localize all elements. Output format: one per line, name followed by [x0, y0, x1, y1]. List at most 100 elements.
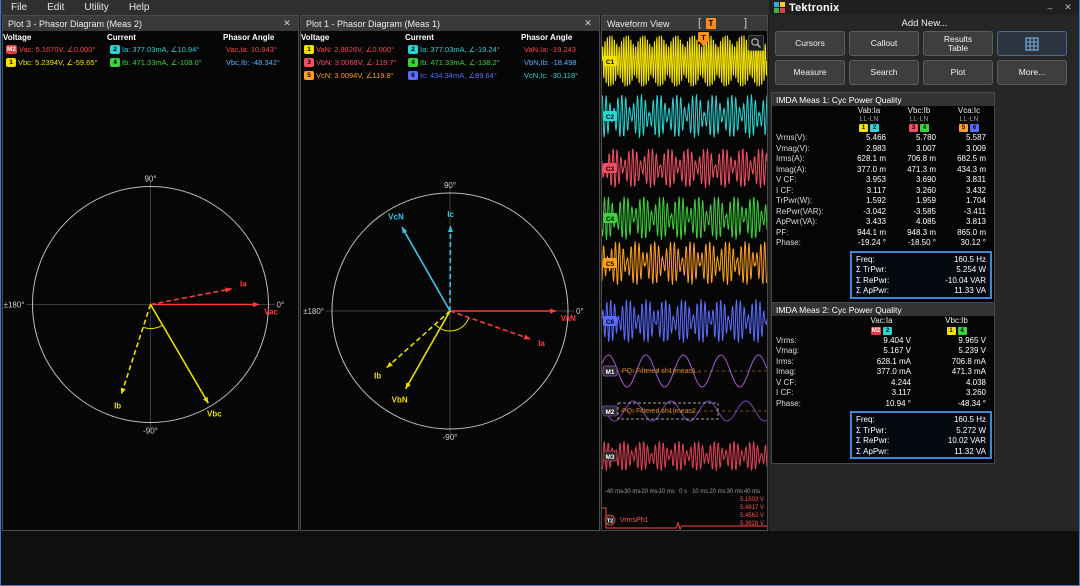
- vector-arrowhead: [386, 361, 393, 368]
- measurement-value: 3.260: [965, 388, 986, 398]
- readout-value: 5.1502 V: [740, 497, 764, 503]
- current-value: Ib: 471.33mA, ∠-138.2°: [420, 58, 500, 67]
- measurement-value: 5.167 V: [883, 346, 911, 356]
- measurement-value: 9.965 V: [958, 335, 986, 345]
- add-new-label: Add New...: [901, 18, 948, 29]
- summary-box[interactable]: Freq: 160.5 Hz Σ TrPwr: 5.272 W Σ RePwr: 10.0…: [850, 411, 992, 460]
- badge-label: C4: [606, 216, 615, 223]
- measurement-value: 4.038: [965, 377, 986, 387]
- phasor-table-row: 1 VaN: 2.9826V, ∠0.000° 2 Ia: 377.03mA, ∠-1…: [301, 43, 599, 56]
- vector-label: Ib: [374, 372, 381, 381]
- sidebar-button-grid: Cursors Callout Results Table Measure Search…: [775, 31, 1067, 85]
- measurement-label: Vmag(V):: [776, 143, 810, 153]
- column-header: Phasor Angle: [223, 32, 275, 42]
- time-axis-label: -30 ms: [622, 489, 640, 495]
- current-cell: 4 Ib: 471.33mA, ∠-138.2°: [405, 58, 521, 67]
- close-icon[interactable]: ✕: [281, 18, 293, 29]
- waveform-c5: [602, 241, 767, 285]
- plot1-window: Plot 1 - Phasor Diagram (Meas 1) ✕ Volta…: [300, 15, 600, 531]
- voltage-channel-badge: M2: [6, 45, 18, 54]
- current-value: Ia: 377.03mA, ∠10.94°: [122, 45, 200, 54]
- source-chip: 5: [959, 124, 968, 133]
- badge-label: C1: [606, 59, 615, 66]
- app-titlebar[interactable]: Tektronix – ✕: [769, 0, 1079, 15]
- measurement-value: 471.3 mA: [951, 367, 986, 377]
- summary-row: Σ TrPwr: 5.254 W: [856, 264, 986, 275]
- vector-label: Ia: [538, 339, 545, 348]
- close-icon[interactable]: ✕: [1061, 2, 1075, 13]
- minimize-icon[interactable]: –: [1043, 3, 1057, 13]
- waveform-view-window: Waveform View [ T ] C1 C2 C3 C4 C5 C6 M1 PQ: Fi…: [601, 15, 768, 531]
- grid-icon: [1025, 36, 1039, 51]
- measurement-value: -3.585: [913, 206, 936, 216]
- readout-value: 5.3928 V: [740, 521, 764, 527]
- measurement-row: Imag(A): 377.0 m 471.3 m 434.3 m: [772, 164, 994, 175]
- results-grid-icon-button[interactable]: [997, 31, 1067, 56]
- plot1-titlebar[interactable]: Plot 1 - Phasor Diagram (Meas 1) ✕: [301, 16, 599, 31]
- time-axis-label: -40 ms: [605, 489, 623, 495]
- phasor-vector-vcn: [401, 226, 451, 312]
- expansion-bracket-left-icon[interactable]: [: [698, 17, 701, 29]
- summary-row: Σ RePwr: -10.04 VAR: [856, 275, 986, 286]
- measurement-value: 3.813: [965, 217, 986, 227]
- measure-button[interactable]: Measure: [775, 60, 845, 85]
- zoom-icon[interactable]: [748, 35, 764, 51]
- time-axis-label: 0 s: [679, 489, 687, 495]
- results-panel-meas1[interactable]: IMDA Meas 1: Cyc Power Quality Vab:Ia LL-…: [771, 92, 995, 304]
- menu-help[interactable]: Help: [129, 2, 150, 13]
- menu-utility[interactable]: Utility: [84, 2, 108, 13]
- measurement-value: 377.0 m: [857, 164, 886, 174]
- phasor-table: Voltage Current Phasor Angle M2 Vac: 5.1670V…: [3, 31, 298, 69]
- menu-edit[interactable]: Edit: [47, 2, 64, 13]
- current-channel-badge: 6: [408, 71, 418, 80]
- time-axis-label: -10 ms: [657, 489, 675, 495]
- summary-box[interactable]: Freq: 160.5 Hz Σ TrPwr: 5.254 W Σ RePwr: -10.…: [850, 250, 992, 299]
- column-name: Vab:Ia: [857, 106, 881, 115]
- results-table-button[interactable]: Results Table: [923, 31, 993, 56]
- more-button[interactable]: More...: [997, 60, 1067, 85]
- summary-value: 5.272 W: [956, 425, 986, 435]
- waveform-c6: [602, 299, 767, 343]
- badge-label: C5: [606, 261, 615, 268]
- callout-button[interactable]: Callout: [849, 31, 919, 56]
- phasor-diagram-area: 90° -90° ±180° 0° VaN Ia VbN Ib VcN Ic: [301, 82, 599, 530]
- brand-name: Tektronix: [789, 1, 840, 14]
- column-header: Phasor Angle: [521, 32, 573, 42]
- source-chip: 1: [859, 124, 868, 133]
- results-columns: Vab:Ia LL-LN 1 2 Vbc:Ib LL-LN 3 4 Vca:Ic LL-LN 5 6: [772, 106, 994, 133]
- results-rows: Vrms(V): 5.466 5.780 5.587 Vmag(V): 2.983 3.00…: [772, 132, 994, 248]
- phasor-table: Voltage Current Phasor Angle 1 VaN: 2.9826V,…: [301, 31, 599, 82]
- waveform-view-titlebar[interactable]: Waveform View [ T ]: [602, 16, 767, 31]
- phasor-angle-value: Vac,Ia: 10.943°: [226, 45, 277, 54]
- source-chips: 34: [894, 124, 944, 133]
- source-chip: 2: [883, 326, 893, 335]
- close-icon[interactable]: ✕: [582, 18, 594, 29]
- axis-label: ±180°: [4, 301, 25, 310]
- measurement-value: 3.117: [866, 185, 886, 195]
- plot3-titlebar[interactable]: Plot 3 - Phasor Diagram (Meas 2) ✕: [3, 16, 298, 31]
- summary-value: -10.04 VAR: [945, 275, 986, 285]
- search-button[interactable]: Search: [849, 60, 919, 85]
- trigger-marker-icon[interactable]: T: [706, 18, 716, 29]
- axis-label: 90°: [144, 175, 156, 184]
- waveform-canvas[interactable]: C1 C2 C3 C4 C5 C6 M1 PQ: Filtered ch1(meas1... M…: [602, 31, 767, 530]
- result-column-header: Vab:Ia LL-LN 1 2: [844, 106, 894, 133]
- cursors-button[interactable]: Cursors: [775, 31, 845, 56]
- menu-file[interactable]: File: [11, 2, 27, 13]
- results-panel-meas2[interactable]: IMDA Meas 2: Cyc Power Quality Vac:Ia M2 2…: [771, 302, 995, 465]
- measurement-row: Imag: 377.0 mA 471.3 mA: [772, 366, 994, 377]
- source-chip: 4: [957, 326, 967, 335]
- column-subtitle: LL-LN: [859, 115, 879, 123]
- measurement-row: V CF: 3.953 3.690 3.831: [772, 174, 994, 185]
- measurement-value: 4.244: [890, 377, 911, 387]
- expansion-bracket-right-icon[interactable]: ]: [744, 17, 747, 29]
- measurement-value: 1.592: [865, 196, 886, 206]
- summary-label: Σ RePwr:: [856, 275, 890, 285]
- vector-label: Ib: [114, 402, 121, 411]
- current-channel-badge: 4: [110, 58, 120, 67]
- measurement-value: 628.1 mA: [876, 356, 911, 366]
- plot-button[interactable]: Plot: [923, 60, 993, 85]
- measurement-label: PF:: [776, 227, 789, 237]
- summary-value: 160.5 Hz: [953, 254, 986, 264]
- measurement-label: TrPwr(W):: [776, 196, 813, 206]
